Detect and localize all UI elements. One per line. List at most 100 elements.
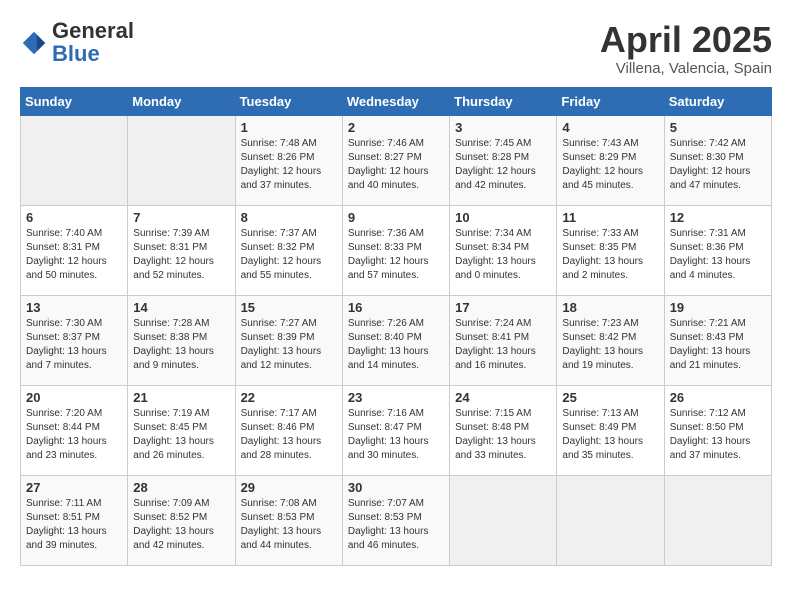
day-number: 8	[241, 210, 337, 225]
calendar-cell: 18Sunrise: 7:23 AM Sunset: 8:42 PM Dayli…	[557, 295, 664, 385]
day-number: 7	[133, 210, 229, 225]
header-thursday: Thursday	[450, 87, 557, 115]
day-info: Sunrise: 7:40 AM Sunset: 8:31 PM Dayligh…	[26, 227, 122, 283]
day-info: Sunrise: 7:39 AM Sunset: 8:31 PM Dayligh…	[133, 227, 229, 283]
calendar-cell: 28 Sunrise: 7:09 AM Sunset: 8:52 PM Dayli…	[128, 475, 235, 565]
day-info: Sunrise: 7:24 AM Sunset: 8:41 PM Dayligh…	[455, 317, 551, 373]
calendar-cell: 1Sunrise: 7:48 AM Sunset: 8:26 PM Daylig…	[235, 115, 342, 205]
day-number: 22	[241, 390, 337, 405]
day-info: Sunrise: 7:48 AM Sunset: 8:26 PM Dayligh…	[241, 137, 337, 193]
day-number: 29	[241, 480, 337, 495]
day-info: Sunrise: 7:37 AM Sunset: 8:32 PM Dayligh…	[241, 227, 337, 283]
day-number: 6	[26, 210, 122, 225]
calendar-cell: 29 Sunrise: 7:08 AM Sunset: 8:53 PM Dayli…	[235, 475, 342, 565]
day-info: Sunrise: 7:43 AM Sunset: 8:29 PM Dayligh…	[562, 137, 658, 193]
day-info: Sunrise: 7:13 AM Sunset: 8:49 PM Dayligh…	[562, 407, 658, 463]
day-info: Sunrise: 7:11 AM Sunset: 8:51 PM Dayligh…	[26, 497, 122, 553]
title-block: April 2025 Villena, Valencia, Spain	[600, 20, 772, 77]
week-row-4: 20 Sunrise: 7:20 AM Sunset: 8:44 PM Dayli…	[21, 385, 772, 475]
calendar-cell: 12Sunrise: 7:31 AM Sunset: 8:36 PM Dayli…	[664, 205, 771, 295]
day-number: 19	[670, 300, 766, 315]
calendar-cell: 17 Sunrise: 7:24 AM Sunset: 8:41 PM Dayli…	[450, 295, 557, 385]
calendar-cell: 27 Sunrise: 7:11 AM Sunset: 8:51 PM Dayli…	[21, 475, 128, 565]
day-info: Sunrise: 7:20 AM Sunset: 8:44 PM Dayligh…	[26, 407, 122, 463]
calendar-cell	[128, 115, 235, 205]
calendar-cell: 5 Sunrise: 7:42 AM Sunset: 8:30 PM Daylig…	[664, 115, 771, 205]
header-saturday: Saturday	[664, 87, 771, 115]
day-number: 27	[26, 480, 122, 495]
day-number: 25	[562, 390, 658, 405]
calendar-cell: 14Sunrise: 7:28 AM Sunset: 8:38 PM Dayli…	[128, 295, 235, 385]
day-number: 13	[26, 300, 122, 315]
header-monday: Monday	[128, 87, 235, 115]
day-number: 21	[133, 390, 229, 405]
calendar-cell: 23Sunrise: 7:16 AM Sunset: 8:47 PM Dayli…	[342, 385, 449, 475]
calendar-cell: 15 Sunrise: 7:27 AM Sunset: 8:39 PM Dayli…	[235, 295, 342, 385]
day-info: Sunrise: 7:42 AM Sunset: 8:30 PM Dayligh…	[670, 137, 766, 193]
calendar-cell: 26Sunrise: 7:12 AM Sunset: 8:50 PM Dayli…	[664, 385, 771, 475]
logo-blue: Blue	[52, 41, 100, 66]
day-number: 15	[241, 300, 337, 315]
header-sunday: Sunday	[21, 87, 128, 115]
day-info: Sunrise: 7:34 AM Sunset: 8:34 PM Dayligh…	[455, 227, 551, 283]
calendar-cell: 19 Sunrise: 7:21 AM Sunset: 8:43 PM Dayli…	[664, 295, 771, 385]
week-row-3: 13 Sunrise: 7:30 AM Sunset: 8:37 PM Dayli…	[21, 295, 772, 385]
day-number: 28	[133, 480, 229, 495]
day-info: Sunrise: 7:15 AM Sunset: 8:48 PM Dayligh…	[455, 407, 551, 463]
calendar-cell: 16 Sunrise: 7:26 AM Sunset: 8:40 PM Dayli…	[342, 295, 449, 385]
calendar-cell	[557, 475, 664, 565]
main-title: April 2025	[600, 20, 772, 60]
day-number: 20	[26, 390, 122, 405]
day-number: 17	[455, 300, 551, 315]
day-number: 3	[455, 120, 551, 135]
calendar-cell: 21 Sunrise: 7:19 AM Sunset: 8:45 PM Dayli…	[128, 385, 235, 475]
calendar-cell: 25 Sunrise: 7:13 AM Sunset: 8:49 PM Dayli…	[557, 385, 664, 475]
calendar-cell: 22 Sunrise: 7:17 AM Sunset: 8:46 PM Dayli…	[235, 385, 342, 475]
calendar-cell: 13 Sunrise: 7:30 AM Sunset: 8:37 PM Dayli…	[21, 295, 128, 385]
day-number: 11	[562, 210, 658, 225]
calendar-cell: 24 Sunrise: 7:15 AM Sunset: 8:48 PM Dayli…	[450, 385, 557, 475]
day-number: 30	[348, 480, 444, 495]
day-info: Sunrise: 7:45 AM Sunset: 8:28 PM Dayligh…	[455, 137, 551, 193]
day-number: 5	[670, 120, 766, 135]
day-info: Sunrise: 7:08 AM Sunset: 8:53 PM Dayligh…	[241, 497, 337, 553]
week-row-5: 27 Sunrise: 7:11 AM Sunset: 8:51 PM Dayli…	[21, 475, 772, 565]
day-info: Sunrise: 7:17 AM Sunset: 8:46 PM Dayligh…	[241, 407, 337, 463]
calendar-cell: 10 Sunrise: 7:34 AM Sunset: 8:34 PM Dayli…	[450, 205, 557, 295]
day-info: Sunrise: 7:19 AM Sunset: 8:45 PM Dayligh…	[133, 407, 229, 463]
logo: General Blue	[20, 20, 134, 66]
day-info: Sunrise: 7:27 AM Sunset: 8:39 PM Dayligh…	[241, 317, 337, 373]
day-number: 10	[455, 210, 551, 225]
day-number: 16	[348, 300, 444, 315]
week-row-2: 6 Sunrise: 7:40 AM Sunset: 8:31 PM Daylig…	[21, 205, 772, 295]
day-info: Sunrise: 7:23 AM Sunset: 8:42 PM Dayligh…	[562, 317, 658, 373]
calendar-cell: 20 Sunrise: 7:20 AM Sunset: 8:44 PM Dayli…	[21, 385, 128, 475]
subtitle: Villena, Valencia, Spain	[600, 60, 772, 77]
day-info: Sunrise: 7:16 AM Sunset: 8:47 PM Dayligh…	[348, 407, 444, 463]
day-info: Sunrise: 7:30 AM Sunset: 8:37 PM Dayligh…	[26, 317, 122, 373]
calendar-cell: 3 Sunrise: 7:45 AM Sunset: 8:28 PM Daylig…	[450, 115, 557, 205]
calendar-header-row: SundayMondayTuesdayWednesdayThursdayFrid…	[21, 87, 772, 115]
calendar-cell: 11 Sunrise: 7:33 AM Sunset: 8:35 PM Dayli…	[557, 205, 664, 295]
day-info: Sunrise: 7:09 AM Sunset: 8:52 PM Dayligh…	[133, 497, 229, 553]
day-number: 2	[348, 120, 444, 135]
day-info: Sunrise: 7:33 AM Sunset: 8:35 PM Dayligh…	[562, 227, 658, 283]
calendar-cell	[664, 475, 771, 565]
calendar-cell: 8 Sunrise: 7:37 AM Sunset: 8:32 PM Daylig…	[235, 205, 342, 295]
logo-icon	[20, 29, 48, 57]
day-info: Sunrise: 7:07 AM Sunset: 8:53 PM Dayligh…	[348, 497, 444, 553]
calendar-cell: 4Sunrise: 7:43 AM Sunset: 8:29 PM Daylig…	[557, 115, 664, 205]
day-number: 26	[670, 390, 766, 405]
day-info: Sunrise: 7:26 AM Sunset: 8:40 PM Dayligh…	[348, 317, 444, 373]
calendar-cell: 7 Sunrise: 7:39 AM Sunset: 8:31 PM Daylig…	[128, 205, 235, 295]
page-header: General Blue April 2025 Villena, Valenci…	[20, 20, 772, 77]
day-number: 24	[455, 390, 551, 405]
day-number: 9	[348, 210, 444, 225]
day-number: 12	[670, 210, 766, 225]
day-info: Sunrise: 7:28 AM Sunset: 8:38 PM Dayligh…	[133, 317, 229, 373]
day-info: Sunrise: 7:46 AM Sunset: 8:27 PM Dayligh…	[348, 137, 444, 193]
day-info: Sunrise: 7:21 AM Sunset: 8:43 PM Dayligh…	[670, 317, 766, 373]
logo-general: General	[52, 18, 134, 43]
calendar-table: SundayMondayTuesdayWednesdayThursdayFrid…	[20, 87, 772, 566]
calendar-cell: 9Sunrise: 7:36 AM Sunset: 8:33 PM Daylig…	[342, 205, 449, 295]
